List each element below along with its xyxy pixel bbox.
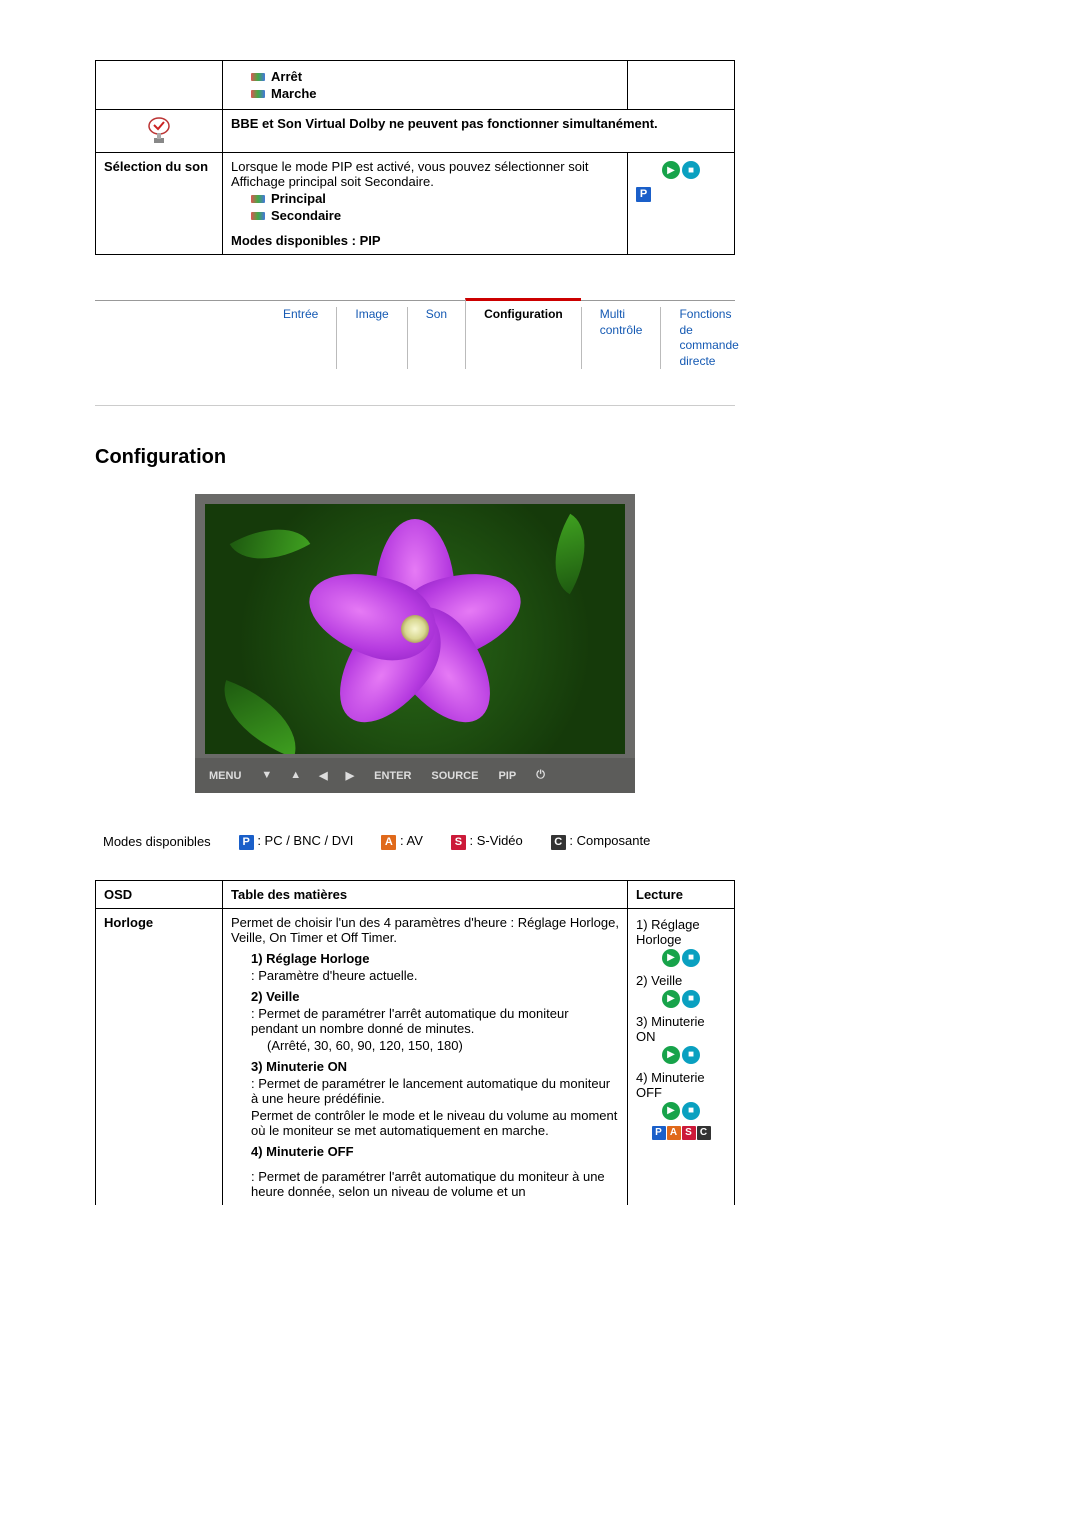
sub-reglage-desc: : Paramètre d'heure actuelle. <box>251 968 619 983</box>
right-icon[interactable]: ▶ <box>346 769 354 782</box>
tab-nav: Entrée Image Son Configuration Multi con… <box>95 300 735 375</box>
stop-icon[interactable]: ■ <box>682 949 700 967</box>
lec-l2: 2) Veille <box>636 973 726 988</box>
bullet-icon <box>251 90 265 98</box>
horloge-content: Permet de choisir l'un des 4 paramètres … <box>223 908 628 1205</box>
sound-select-desc-cell: Lorsque le mode PIP est activé, vous pou… <box>223 153 628 255</box>
col-osd: OSD <box>96 880 223 908</box>
badge-a-text: : AV <box>400 833 423 848</box>
sound-select-desc: Lorsque le mode PIP est activé, vous pou… <box>231 159 619 189</box>
source-button[interactable]: SOURCE <box>431 770 478 782</box>
down-icon[interactable]: ▼ <box>261 769 272 782</box>
play-icon[interactable]: ▶ <box>662 949 680 967</box>
tab-image[interactable]: Image <box>336 307 406 369</box>
stop-icon[interactable]: ■ <box>682 161 700 179</box>
sub-min-on-desc1: : Permet de paramétrer le lancement auto… <box>251 1076 619 1106</box>
lec-l1: 1) Réglage Horloge <box>636 917 726 947</box>
sub-min-off-title: 4) Minuterie OFF <box>251 1144 619 1159</box>
modes-legend: Modes disponibles P : PC / BNC / DVI A :… <box>103 833 735 850</box>
badge-a-icon: A <box>381 835 396 850</box>
sub-veille-desc: : Permet de paramétrer l'arrêt automatiq… <box>251 1006 619 1036</box>
note-icon <box>145 116 173 146</box>
badge-p-icon: P <box>239 835 254 850</box>
sound-select-label: Sélection du son <box>96 153 223 255</box>
left-icon[interactable]: ◀ <box>319 769 327 782</box>
play-icon[interactable]: ▶ <box>662 990 680 1008</box>
modes-available: Modes disponibles : PIP <box>231 233 619 248</box>
configuration-table: OSD Table des matières Lecture Horloge P… <box>95 880 735 1205</box>
badge-c-icon: C <box>697 1126 711 1140</box>
option-secondaire: Secondaire <box>271 208 341 223</box>
tab-configuration[interactable]: Configuration <box>465 298 581 369</box>
badge-p-icon: P <box>652 1126 666 1140</box>
option-principal: Principal <box>271 191 326 206</box>
options-cell: Arrêt Marche <box>223 61 628 110</box>
up-icon[interactable]: ▲ <box>290 769 301 782</box>
stop-icon[interactable]: ■ <box>682 1102 700 1120</box>
section-title: Configuration <box>95 446 735 469</box>
bullet-icon <box>251 195 265 203</box>
badge-c-text: : Composante <box>569 833 650 848</box>
lec-l3: 3) Minuterie ON <box>636 1014 726 1044</box>
pasc-badges: P A S C <box>636 1126 726 1140</box>
badge-p-text: : PC / BNC / DVI <box>257 833 353 848</box>
tab-multi[interactable]: Multi contrôle <box>581 307 661 369</box>
badge-s-icon: S <box>682 1126 696 1140</box>
play-icon[interactable]: ▶ <box>662 1102 680 1120</box>
bullet-icon <box>251 73 265 81</box>
modes-label: Modes disponibles <box>103 834 211 849</box>
horloge-lecture: 1) Réglage Horloge ▶■ 2) Veille ▶■ 3) Mi… <box>628 908 735 1205</box>
note-text: BBE et Son Virtual Dolby ne peuvent pas … <box>223 110 735 153</box>
monitor-button-bar: MENU ▼ ▲ ◀ ▶ ENTER SOURCE PIP ⏻ <box>195 758 635 793</box>
stop-icon[interactable]: ■ <box>682 1046 700 1064</box>
stop-icon[interactable]: ■ <box>682 990 700 1008</box>
power-icon[interactable]: ⏻ <box>536 769 545 782</box>
sub-min-off-desc: : Permet de paramétrer l'arrêt automatiq… <box>251 1169 619 1199</box>
sub-min-on-title: 3) Minuterie ON <box>251 1059 619 1074</box>
mode-badge-p: P <box>636 187 651 202</box>
lecture-empty <box>628 61 735 110</box>
sub-veille-opts: (Arrêté, 30, 60, 90, 120, 150, 180) <box>267 1038 619 1053</box>
tab-son[interactable]: Son <box>407 307 465 369</box>
badge-c-icon: C <box>551 835 566 850</box>
tab-fonctions[interactable]: Fonctions de commande directe <box>660 307 756 369</box>
badge-s-icon: S <box>451 835 466 850</box>
note-icon-cell <box>96 110 223 153</box>
monitor-screen <box>205 504 625 754</box>
bullet-icon <box>251 212 265 220</box>
tab-entree[interactable]: Entrée <box>265 307 336 369</box>
pip-button[interactable]: PIP <box>498 770 516 782</box>
monitor-illustration: MENU ▼ ▲ ◀ ▶ ENTER SOURCE PIP ⏻ <box>95 494 735 793</box>
col-toc: Table des matières <box>223 880 628 908</box>
lec-l4: 4) Minuterie OFF <box>636 1070 726 1100</box>
badge-s-text: : S-Vidéo <box>470 833 523 848</box>
play-icon[interactable]: ▶ <box>662 1046 680 1064</box>
horloge-intro: Permet de choisir l'un des 4 paramètres … <box>231 915 619 945</box>
sub-min-on-desc2: Permet de contrôler le mode et le niveau… <box>251 1108 619 1138</box>
col-lecture: Lecture <box>628 880 735 908</box>
sub-reglage-title: 1) Réglage Horloge <box>251 951 619 966</box>
badge-a-icon: A <box>667 1126 681 1140</box>
menu-button[interactable]: MENU <box>209 770 241 782</box>
lecture-cell: ▶ ■ P <box>628 153 735 255</box>
option-on: Marche <box>271 86 317 101</box>
horloge-label: Horloge <box>96 908 223 1205</box>
play-icon[interactable]: ▶ <box>662 161 680 179</box>
option-off: Arrêt <box>271 69 302 84</box>
separator <box>95 405 735 406</box>
empty-cell <box>96 61 223 110</box>
sound-settings-table: Arrêt Marche BBE et Son Virtual Dolby ne… <box>95 60 735 255</box>
enter-button[interactable]: ENTER <box>374 770 411 782</box>
sub-veille-title: 2) Veille <box>251 989 619 1004</box>
